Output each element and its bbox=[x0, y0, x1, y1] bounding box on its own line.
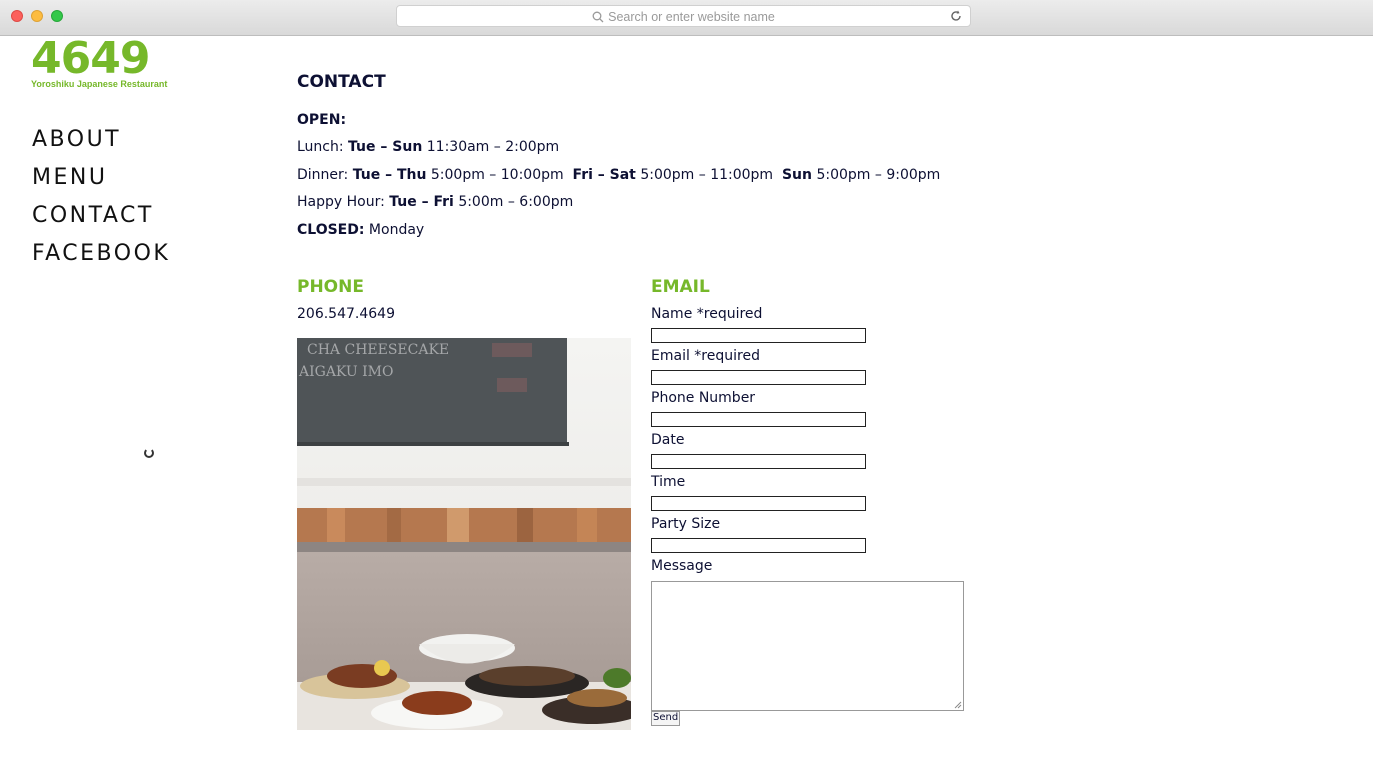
dinner-label: Dinner: bbox=[297, 167, 349, 183]
email-field[interactable] bbox=[651, 370, 866, 385]
time-field[interactable] bbox=[651, 496, 866, 511]
phone-number-field[interactable] bbox=[651, 412, 866, 427]
lunch-time: 11:30am – 2:00pm bbox=[426, 139, 560, 155]
loading-spinner-icon bbox=[144, 448, 154, 458]
closed-day: Monday bbox=[368, 222, 425, 238]
lunch-hours: Lunch: Tue – Sun 11:30am – 2:00pm bbox=[297, 139, 559, 155]
send-button[interactable]: Send bbox=[651, 711, 681, 726]
resize-handle-icon[interactable] bbox=[954, 701, 962, 709]
time-label: Time bbox=[651, 474, 686, 490]
page-title: CONTACT bbox=[297, 72, 386, 92]
dinner-days-3: Sun bbox=[781, 167, 812, 183]
address-placeholder: Search or enter website name bbox=[608, 10, 775, 24]
happy-hour: Happy Hour: Tue – Fri 5:00m – 6:00pm bbox=[297, 194, 573, 210]
happy-label: Happy Hour: bbox=[297, 194, 385, 210]
address-bar[interactable]: Search or enter website name bbox=[396, 5, 971, 27]
dinner-days-2: Fri – Sat bbox=[572, 167, 636, 183]
main-nav: ABOUT MENU CONTACT FACEBOOK bbox=[32, 126, 170, 278]
close-window-button[interactable] bbox=[11, 10, 23, 22]
phone-number[interactable]: 206.547.4649 bbox=[297, 306, 395, 322]
chalkboard-text-1: CHA CHEESECAKE bbox=[307, 342, 449, 358]
closed-label: CLOSED: bbox=[297, 222, 365, 238]
party-size-label: Party Size bbox=[651, 516, 721, 532]
dinner-time-2: 5:00pm – 11:00pm bbox=[640, 167, 774, 183]
logo-number: 4649 bbox=[31, 33, 150, 84]
dinner-hours: Dinner: Tue – Thu 5:00pm – 10:00pm Fri –… bbox=[297, 167, 940, 183]
logo-subtitle: Yoroshiku Japanese Restaurant bbox=[31, 79, 168, 89]
dinner-days-1: Tue – Thu bbox=[352, 167, 427, 183]
nav-menu[interactable]: MENU bbox=[32, 164, 170, 202]
happy-time: 5:00m – 6:00pm bbox=[458, 194, 574, 210]
browser-toolbar: Search or enter website name bbox=[0, 0, 1373, 36]
date-field[interactable] bbox=[651, 454, 866, 469]
lunch-days: Tue – Sun bbox=[348, 139, 423, 155]
party-size-field[interactable] bbox=[651, 538, 866, 553]
dinner-time-3: 5:00pm – 9:00pm bbox=[816, 167, 941, 183]
happy-days: Tue – Fri bbox=[389, 194, 454, 210]
open-label: OPEN: bbox=[297, 112, 347, 128]
zoom-window-button[interactable] bbox=[51, 10, 63, 22]
restaurant-photo: CHA CHEESECAKE AIGAKU IMO bbox=[297, 338, 631, 730]
chalkboard-text-2: AIGAKU IMO bbox=[298, 364, 394, 380]
name-field[interactable] bbox=[651, 328, 866, 343]
email-label: Email *required bbox=[651, 348, 760, 364]
nav-contact[interactable]: CONTACT bbox=[32, 202, 170, 240]
phone-number-label: Phone Number bbox=[651, 390, 756, 406]
phone-heading: PHONE bbox=[297, 277, 364, 297]
name-label: Name *required bbox=[651, 306, 763, 322]
closed-info: CLOSED: Monday bbox=[297, 222, 424, 238]
nav-about[interactable]: ABOUT bbox=[32, 126, 170, 164]
nav-facebook[interactable]: FACEBOOK bbox=[32, 240, 170, 278]
message-label: Message bbox=[651, 558, 713, 574]
dinner-time-1: 5:00pm – 10:00pm bbox=[430, 167, 564, 183]
reload-icon[interactable] bbox=[949, 9, 963, 23]
message-textarea[interactable] bbox=[651, 581, 964, 711]
date-label: Date bbox=[651, 432, 685, 448]
email-heading: EMAIL bbox=[651, 277, 710, 297]
search-icon bbox=[592, 11, 604, 23]
logo[interactable]: 4649 Yoroshiku Japanese Restaurant bbox=[31, 33, 181, 90]
lunch-label: Lunch: bbox=[297, 139, 344, 155]
minimize-window-button[interactable] bbox=[31, 10, 43, 22]
